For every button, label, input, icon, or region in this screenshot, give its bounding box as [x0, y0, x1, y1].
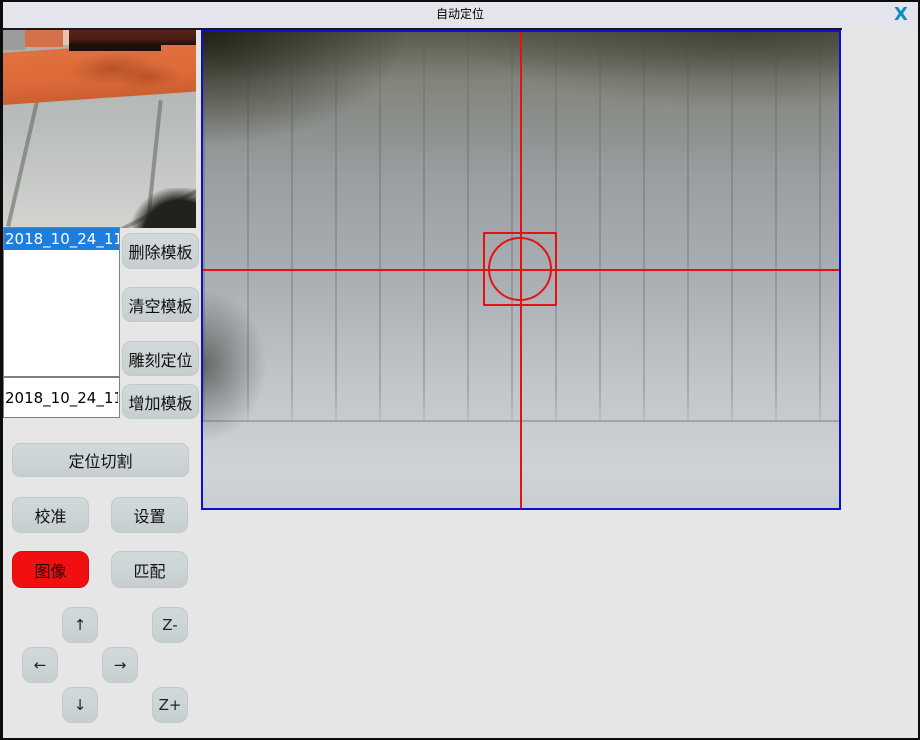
arrow-right-icon: →	[114, 656, 127, 674]
jog-z-minus-button[interactable]: Z-	[152, 607, 188, 643]
thumbnail-dark-blob	[131, 188, 196, 228]
add-template-button[interactable]: 增加模板	[122, 384, 199, 419]
template-name-input[interactable]	[3, 377, 120, 418]
settings-button[interactable]: 设置	[111, 497, 188, 533]
titlebar: 自动定位	[0, 0, 920, 28]
jog-left-button[interactable]: ←	[22, 647, 58, 683]
position-cut-button[interactable]: 定位切割	[12, 443, 189, 477]
delete-template-button[interactable]: 删除模板	[122, 233, 199, 269]
calibrate-button[interactable]: 校准	[12, 497, 89, 533]
thumbnail-gray-strip	[3, 30, 25, 50]
camera-view[interactable]	[201, 30, 841, 510]
jog-z-plus-button[interactable]: Z+	[152, 687, 188, 723]
match-button[interactable]: 匹配	[111, 551, 188, 588]
close-icon: X	[894, 6, 908, 24]
jog-up-button[interactable]: ↑	[62, 607, 98, 643]
close-button[interactable]: X	[886, 2, 916, 28]
image-button[interactable]: 图像	[12, 551, 89, 588]
target-circle	[488, 237, 552, 301]
arrow-left-icon: ←	[34, 656, 47, 674]
jog-down-button[interactable]: ↓	[62, 687, 98, 723]
arrow-up-icon: ↑	[74, 616, 87, 634]
auto-position-dialog: 自动定位 X 2018_10_24_11 删除模板 清空模板 雕刻定位 增加模板…	[0, 0, 920, 740]
page-title: 自动定位	[0, 0, 920, 28]
template-thumbnail	[3, 30, 196, 228]
engrave-position-button[interactable]: 雕刻定位	[122, 341, 199, 376]
clear-templates-button[interactable]: 清空模板	[122, 287, 199, 322]
arrow-down-icon: ↓	[74, 696, 87, 714]
thumbnail-shadow-strip	[69, 45, 161, 51]
thumbnail-dark-strip	[69, 30, 196, 45]
jog-right-button[interactable]: →	[102, 647, 138, 683]
template-listbox[interactable]: 2018_10_24_11	[3, 227, 120, 377]
template-list-item[interactable]: 2018_10_24_11	[4, 228, 119, 250]
thumbnail-orange-strip	[25, 30, 63, 47]
